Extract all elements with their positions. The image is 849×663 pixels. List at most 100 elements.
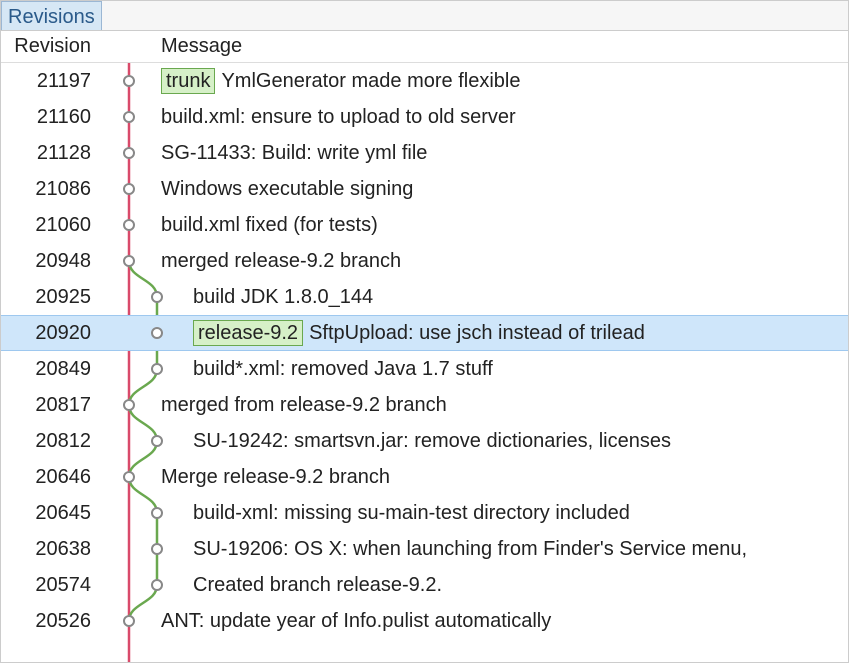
commit-node-icon: [151, 327, 163, 339]
commit-message-text: Created branch release-9.2.: [193, 574, 442, 597]
commit-node-icon: [123, 399, 135, 411]
commit-message: SG-11433: Build: write yml file: [161, 142, 427, 165]
table-row[interactable]: 20920 release-9.2 SftpUpload: use jsch ins…: [1, 315, 848, 351]
graph-cell: [101, 243, 161, 279]
graph-cell: [101, 351, 161, 387]
commit-message-text: YmlGenerator made more flexible: [221, 70, 520, 93]
commit-message: Merge release-9.2 branch: [161, 466, 390, 489]
graph-cell: [101, 63, 161, 99]
commit-node-icon: [123, 219, 135, 231]
commit-message: SU-19206: OS X: when launching from Find…: [161, 538, 747, 561]
commit-node-icon: [151, 435, 163, 447]
commit-message-text: SftpUpload: use jsch instead of trilead: [309, 322, 645, 345]
commit-message: trunk YmlGenerator made more flexible: [161, 68, 520, 94]
revision-number: 20925: [1, 286, 101, 309]
commit-node-icon: [123, 615, 135, 627]
graph-cell: [101, 99, 161, 135]
commit-node-icon: [123, 147, 135, 159]
revision-number: 20646: [1, 466, 101, 489]
commit-node-icon: [123, 183, 135, 195]
table-row[interactable]: 20645 build-xml: missing su-main-test dir…: [1, 495, 848, 531]
tab-label: Revisions: [8, 6, 95, 29]
commit-message-text: merged from release-9.2 branch: [161, 394, 447, 417]
column-headers: Revision Message: [1, 31, 848, 63]
revisions-pane: Revisions Revision Message 21197 trunk Yml…: [0, 0, 849, 663]
revision-number: 20812: [1, 430, 101, 453]
graph-cell: [101, 387, 161, 423]
commit-message: build.xml: ensure to upload to old serve…: [161, 106, 516, 129]
commit-message-text: SU-19242: smartsvn.jar: remove dictionar…: [193, 430, 671, 453]
graph-cell: [101, 135, 161, 171]
table-row[interactable]: 20638 SU-19206: OS X: when launching from…: [1, 531, 848, 567]
revision-number: 20526: [1, 610, 101, 633]
commit-message: release-9.2 SftpUpload: use jsch instead …: [161, 320, 645, 346]
commit-message: merged from release-9.2 branch: [161, 394, 447, 417]
table-row[interactable]: 20574 Created branch release-9.2.: [1, 567, 848, 603]
graph-cell: [101, 279, 161, 315]
revision-number: 21197: [1, 70, 101, 93]
commit-node-icon: [123, 255, 135, 267]
table-row[interactable]: 20925 build JDK 1.8.0_144: [1, 279, 848, 315]
table-row[interactable]: 21060 build.xml fixed (for tests): [1, 207, 848, 243]
table-row[interactable]: 20817 merged from release-9.2 branch: [1, 387, 848, 423]
commit-node-icon: [151, 291, 163, 303]
branch-label: trunk: [161, 68, 215, 94]
revision-number: 20638: [1, 538, 101, 561]
table-row[interactable]: 21086 Windows executable signing: [1, 171, 848, 207]
table-row[interactable]: 20849build*.xml: removed Java 1.7 stuff: [1, 351, 848, 387]
table-row[interactable]: 20646 Merge release-9.2 branch: [1, 459, 848, 495]
revision-number: 21128: [1, 142, 101, 165]
commit-message-text: build.xml: ensure to upload to old serve…: [161, 106, 516, 129]
graph-cell: [101, 603, 161, 639]
commit-node-icon: [151, 543, 163, 555]
commit-message-text: build.xml fixed (for tests): [161, 214, 378, 237]
commit-node-icon: [123, 111, 135, 123]
commit-node-icon: [151, 363, 163, 375]
table-row[interactable]: 21160 build.xml: ensure to upload to old …: [1, 99, 848, 135]
revision-number: 20574: [1, 574, 101, 597]
branch-label: release-9.2: [193, 320, 303, 346]
commit-message-text: Merge release-9.2 branch: [161, 466, 390, 489]
commit-node-icon: [123, 75, 135, 87]
revision-number: 21086: [1, 178, 101, 201]
table-row[interactable]: 20948 merged release-9.2 branch: [1, 243, 848, 279]
revision-number: 21160: [1, 106, 101, 129]
commit-node-icon: [123, 471, 135, 483]
column-header-revision[interactable]: Revision: [1, 35, 101, 58]
commit-message-text: SG-11433: Build: write yml file: [161, 142, 427, 165]
commit-message: merged release-9.2 branch: [161, 250, 401, 273]
commit-message: build*.xml: removed Java 1.7 stuff: [161, 358, 493, 381]
commit-message: build.xml fixed (for tests): [161, 214, 378, 237]
commit-message-text: build-xml: missing su-main-test director…: [193, 502, 630, 525]
table-row[interactable]: 21128 SG-11433: Build: write yml file: [1, 135, 848, 171]
commit-node-icon: [151, 507, 163, 519]
commit-message: ANT: update year of Info.pulist automati…: [161, 610, 551, 633]
revision-list: 21197 trunk YmlGenerator made more flexibl…: [1, 63, 848, 639]
commit-message: build-xml: missing su-main-test director…: [161, 502, 630, 525]
column-header-message[interactable]: Message: [101, 35, 242, 58]
revision-number: 20920: [1, 322, 101, 345]
graph-cell: [101, 423, 161, 459]
graph-cell: [101, 207, 161, 243]
table-row[interactable]: 21197 trunk YmlGenerator made more flexibl…: [1, 63, 848, 99]
commit-message: SU-19242: smartsvn.jar: remove dictionar…: [161, 430, 671, 453]
graph-cell: [101, 495, 161, 531]
tab-revisions[interactable]: Revisions: [1, 1, 102, 30]
commit-message-text: build*.xml: removed Java 1.7 stuff: [193, 358, 493, 381]
commit-message: Windows executable signing: [161, 178, 413, 201]
commit-message: Created branch release-9.2.: [161, 574, 442, 597]
revision-number: 20817: [1, 394, 101, 417]
commit-message-text: Windows executable signing: [161, 178, 413, 201]
revision-number: 21060: [1, 214, 101, 237]
graph-cell: [101, 171, 161, 207]
graph-cell: [101, 531, 161, 567]
graph-cell: [101, 567, 161, 603]
revision-number: 20645: [1, 502, 101, 525]
commit-node-icon: [151, 579, 163, 591]
commit-message: build JDK 1.8.0_144: [161, 286, 373, 309]
commit-message-text: ANT: update year of Info.pulist automati…: [161, 610, 551, 633]
commit-message-text: build JDK 1.8.0_144: [193, 286, 373, 309]
table-row[interactable]: 20812 SU-19242: smartsvn.jar: remove dict…: [1, 423, 848, 459]
revision-number: 20948: [1, 250, 101, 273]
table-row[interactable]: 20526 ANT: update year of Info.pulist aut…: [1, 603, 848, 639]
